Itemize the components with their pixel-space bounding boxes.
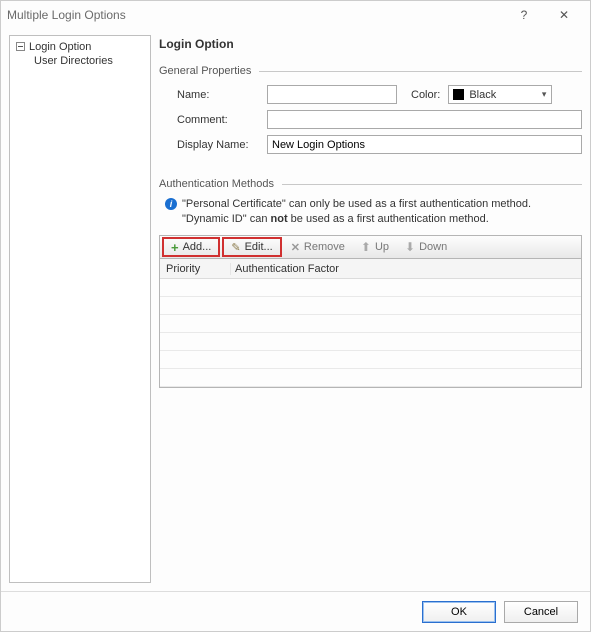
dialog-window: Multiple Login Options ? ✕ Login Option … xyxy=(0,0,591,632)
comment-input[interactable] xyxy=(267,110,582,129)
auth-grid: Priority Authentication Factor xyxy=(159,259,582,388)
color-select[interactable]: Black ▾ xyxy=(448,85,552,104)
table-row[interactable] xyxy=(160,333,581,351)
arrow-up-icon: ⬆ xyxy=(361,240,371,254)
add-button[interactable]: + Add... xyxy=(162,237,220,257)
chevron-down-icon: ▾ xyxy=(542,89,547,100)
down-button[interactable]: ⬇ Down xyxy=(398,237,454,257)
table-row[interactable] xyxy=(160,369,581,387)
auth-methods-group: Authentication Methods i "Personal Certi… xyxy=(159,178,582,388)
ok-button[interactable]: OK xyxy=(422,601,496,623)
general-properties-label: General Properties xyxy=(159,65,251,77)
tree-item-login-option[interactable]: Login Option xyxy=(16,40,144,54)
x-icon: ✕ xyxy=(291,241,300,254)
titlebar: Multiple Login Options ? ✕ xyxy=(1,1,590,29)
table-row[interactable] xyxy=(160,351,581,369)
pencil-icon: ✎ xyxy=(231,241,240,254)
page-title: Login Option xyxy=(159,37,582,51)
cancel-button[interactable]: Cancel xyxy=(504,601,578,623)
name-label: Name: xyxy=(177,89,267,101)
column-priority[interactable]: Priority xyxy=(160,263,230,275)
display-name-input[interactable] xyxy=(267,135,582,154)
table-row[interactable] xyxy=(160,297,581,315)
color-swatch-icon xyxy=(453,89,464,100)
table-row[interactable] xyxy=(160,279,581,297)
close-button[interactable]: ✕ xyxy=(544,8,584,22)
remove-button[interactable]: ✕ Remove xyxy=(284,237,352,257)
color-value: Black xyxy=(469,89,496,101)
tree-collapse-icon[interactable] xyxy=(16,42,25,51)
table-row[interactable] xyxy=(160,315,581,333)
name-input[interactable] xyxy=(267,85,397,104)
general-properties-group: General Properties Name: Color: Black ▾ … xyxy=(159,65,582,160)
auth-methods-label: Authentication Methods xyxy=(159,178,274,190)
color-label: Color: xyxy=(411,89,440,101)
column-auth-factor[interactable]: Authentication Factor xyxy=(230,263,581,275)
info-icon: i xyxy=(165,198,177,210)
arrow-down-icon: ⬇ xyxy=(405,240,415,254)
grid-body xyxy=(160,279,581,387)
info-text-2: "Dynamic ID" can not be used as a first … xyxy=(159,213,582,225)
nav-tree: Login Option User Directories xyxy=(9,35,151,583)
display-name-label: Display Name: xyxy=(177,139,267,151)
info-text-1: "Personal Certificate" can only be used … xyxy=(182,198,531,210)
comment-label: Comment: xyxy=(177,114,267,126)
edit-button[interactable]: ✎ Edit... xyxy=(222,237,281,257)
help-button[interactable]: ? xyxy=(504,8,544,22)
window-title: Multiple Login Options xyxy=(7,8,126,22)
auth-toolbar: + Add... ✎ Edit... ✕ Remove ⬆ Up xyxy=(159,235,582,259)
dialog-footer: OK Cancel xyxy=(1,591,590,631)
plus-icon: + xyxy=(171,241,179,254)
up-button[interactable]: ⬆ Up xyxy=(354,237,396,257)
tree-item-user-directories[interactable]: User Directories xyxy=(16,54,144,68)
